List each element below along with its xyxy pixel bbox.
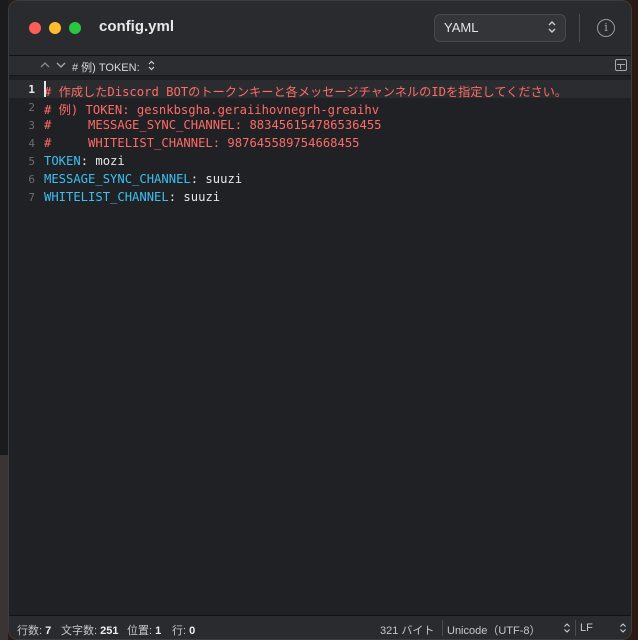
yaml-value: mozi [88, 154, 125, 168]
code-line[interactable]: 3 # MESSAGE_SYNC_CHANNEL: 88345615478653… [9, 116, 631, 134]
yaml-key: WHITELIST_CHANNEL [44, 190, 169, 204]
code-editor[interactable]: 1 # 作成したDiscord BOTのトークンキーと各メッセージチャンネルのI… [9, 77, 631, 615]
editor-window: config.yml YAML i # 例) TOKEN: 1 # 作成したDi… [8, 0, 632, 640]
line-number: 7 [28, 191, 35, 204]
yaml-separator: : [168, 190, 177, 204]
comment-text: # MESSAGE_SYNC_CHANNEL: 8834561547865364… [44, 118, 382, 132]
yaml-separator: : [80, 154, 89, 168]
zoom-icon[interactable] [69, 22, 81, 34]
cursor-position: 位置: 1 [127, 625, 162, 637]
window-title: config.yml [99, 18, 175, 35]
line-number: 3 [28, 119, 35, 132]
yaml-entry: TOKEN: mozi [44, 154, 125, 168]
split-view-icon[interactable] [615, 59, 627, 71]
chevron-updown-icon[interactable] [619, 622, 627, 634]
yaml-entry: WHITELIST_CHANNEL: suuzi [44, 190, 220, 204]
status-divider [442, 620, 443, 636]
yaml-key: TOKEN [44, 154, 81, 168]
line-number: 1 [28, 83, 35, 96]
line-count: 行数: 7 [17, 625, 52, 637]
syntax-mode-select[interactable]: YAML [434, 14, 566, 42]
line-ending-select[interactable]: LF [580, 622, 593, 634]
close-icon[interactable] [29, 22, 41, 34]
status-bar: 行数: 7 文字数: 251 位置: 1 行: 0 321 バイト Unicod… [9, 615, 631, 639]
breadcrumb[interactable]: # 例) TOKEN: [72, 59, 140, 75]
status-divider [575, 620, 576, 636]
yaml-key: MESSAGE_SYNC_CHANNEL [44, 172, 191, 186]
line-number: 4 [28, 137, 35, 150]
line-number: 2 [28, 101, 35, 114]
desktop-strip [0, 455, 8, 640]
minimize-icon[interactable] [49, 22, 61, 34]
chevron-updown-icon [548, 21, 556, 33]
yaml-entry: MESSAGE_SYNC_CHANNEL: suuzi [44, 172, 242, 186]
chevron-updown-icon[interactable] [563, 622, 571, 634]
title-bar: config.yml YAML i [9, 1, 631, 56]
comment-text: # WHITELIST_CHANNEL: 987645589754668455 [44, 136, 360, 150]
code-line[interactable]: 7 WHITELIST_CHANNEL: suuzi [9, 188, 631, 206]
toolbar-divider [579, 14, 580, 42]
chevron-updown-icon[interactable] [147, 59, 156, 72]
syntax-mode-label: YAML [444, 20, 479, 35]
line-number: 5 [28, 155, 35, 168]
desktop-background-right [632, 0, 638, 640]
file-size: 321 バイト [380, 625, 435, 637]
encoding-select[interactable]: Unicode（UTF-8） [447, 622, 541, 638]
code-line[interactable]: 2 # 例) TOKEN: gesnkbsgha.geraiihovnegrh-… [9, 98, 631, 117]
chevron-up-icon[interactable] [39, 59, 51, 71]
line-number: 6 [28, 173, 35, 186]
yaml-value: suuzi [198, 172, 243, 186]
navigation-bar: # 例) TOKEN: [9, 56, 631, 76]
char-count: 文字数: 251 [61, 625, 119, 637]
code-line[interactable]: 4 # WHITELIST_CHANNEL: 98764558975466845… [9, 134, 631, 152]
code-line[interactable]: 1 # 作成したDiscord BOTのトークンキーと各メッセージチャンネルのI… [9, 80, 631, 99]
yaml-value: suuzi [176, 190, 221, 204]
text-cursor [44, 81, 46, 97]
chevron-down-icon[interactable] [55, 59, 67, 71]
code-line[interactable]: 6 MESSAGE_SYNC_CHANNEL: suuzi [9, 170, 631, 188]
yaml-separator: : [190, 172, 199, 186]
code-line[interactable]: 5 TOKEN: mozi [9, 152, 631, 170]
desktop-background-left [0, 0, 8, 640]
cursor-row: 行: 0 [172, 625, 196, 637]
info-icon[interactable]: i [597, 19, 615, 37]
